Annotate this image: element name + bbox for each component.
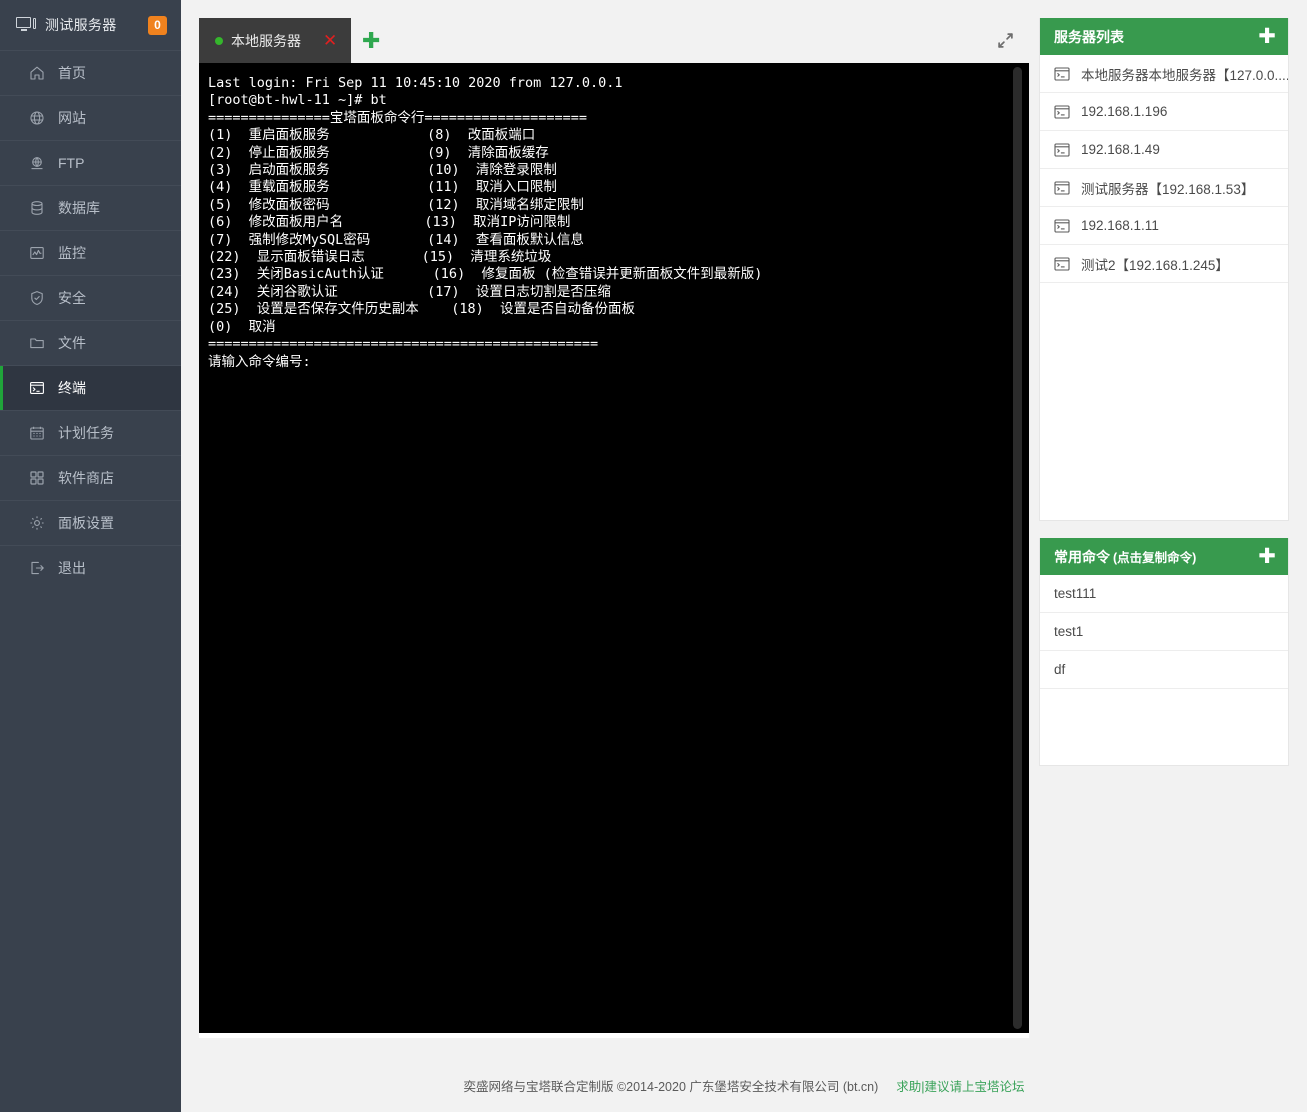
server-list-item[interactable]: 测试2【192.168.1.245】 (1040, 245, 1288, 283)
server-list-item-label: 测试服务器【192.168.1.53】 (1081, 178, 1254, 198)
sidebar-item-ftp[interactable]: FTP (0, 140, 181, 185)
folder-icon (28, 335, 45, 352)
sidebar-item-logout[interactable]: 退出 (0, 545, 181, 590)
sidebar-item-label: 安全 (58, 291, 86, 305)
footer-forum-link[interactable]: 求助|建议请上宝塔论坛 (896, 1076, 1024, 1095)
server-list-body: 本地服务器本地服务器【127.0.0.... 192.168.1.196 192.1… (1040, 55, 1288, 520)
expand-arrows-icon[interactable] (981, 18, 1029, 63)
terminal-output-area[interactable]: Last login: Fri Sep 11 10:45:10 2020 fro… (199, 63, 1029, 1033)
add-command-button[interactable]: ✚ (1246, 538, 1288, 575)
sidebar-item-label: 监控 (58, 246, 86, 260)
common-commands-body: test111 test1 df (1040, 575, 1288, 765)
command-list-item-label: df (1054, 662, 1065, 677)
server-list-item[interactable]: 192.168.1.196 (1040, 93, 1288, 131)
right-column: 服务器列表 ✚ 本地服务器本地服务器【127.0.0.... 192.168.1.… (1039, 18, 1289, 766)
footer-copyright: 奕盛网络与宝塔联合定制版 ©2014-2020 广东堡塔安全技术有限公司 (bt… (463, 1076, 878, 1095)
sidebar-notification-badge[interactable]: 0 (148, 16, 167, 35)
server-list-item-label: 192.168.1.49 (1081, 142, 1160, 157)
server-list-panel: 服务器列表 ✚ 本地服务器本地服务器【127.0.0.... 192.168.1.… (1039, 18, 1289, 521)
sidebar-item-label: 退出 (58, 561, 86, 575)
server-list-header: 服务器列表 ✚ (1040, 18, 1288, 55)
command-list-item[interactable]: test111 (1040, 575, 1288, 613)
command-list-item[interactable]: df (1040, 651, 1288, 689)
sidebar-server-title: 测试服务器 (45, 15, 117, 35)
common-commands-title: 常用命令 (1054, 547, 1110, 567)
terminal-window-icon (1054, 143, 1070, 157)
command-list-item-label: test111 (1054, 586, 1096, 601)
sidebar-item-grid-apps[interactable]: 软件商店 (0, 455, 181, 500)
server-list-item-label: 本地服务器本地服务器【127.0.0.... (1081, 64, 1288, 84)
sidebar-item-label: 首页 (58, 66, 86, 80)
main-content: 本地服务器 ✕ ✚ Last login: Fri Sep 11 10:45:1… (181, 0, 1307, 1112)
globe-icon (28, 110, 45, 127)
terminal-window-icon (1054, 181, 1070, 195)
terminal-text: Last login: Fri Sep 11 10:45:10 2020 fro… (199, 63, 1029, 371)
sidebar-item-label: 面板设置 (58, 516, 114, 530)
sidebar-item-label: 文件 (58, 336, 86, 350)
server-list-item[interactable]: 本地服务器本地服务器【127.0.0.... (1040, 55, 1288, 93)
terminal-scrollbar[interactable] (1013, 67, 1022, 1029)
server-list-item-label: 192.168.1.196 (1081, 104, 1167, 119)
terminal-tab-label: 本地服务器 (231, 31, 301, 51)
grid-apps-icon (28, 470, 45, 487)
sidebar-item-monitor-chart[interactable]: 监控 (0, 230, 181, 275)
sidebar-item-label: FTP (58, 156, 84, 170)
terminal-window-icon (1054, 257, 1070, 271)
server-list-item-label: 测试2【192.168.1.245】 (1081, 254, 1229, 274)
app-root: 测试服务器 0 首页网站 FTP 数据库监控安全文件终端计划任务软件商店面板设置退出… (0, 0, 1307, 1112)
calendar-icon (28, 425, 45, 442)
sidebar-item-shield-check[interactable]: 安全 (0, 275, 181, 320)
sidebar-nav: 首页网站 FTP 数据库监控安全文件终端计划任务软件商店面板设置退出 (0, 50, 181, 590)
shield-check-icon (28, 290, 45, 307)
sidebar-item-home[interactable]: 首页 (0, 50, 181, 95)
sidebar-item-globe[interactable]: 网站 (0, 95, 181, 140)
server-list-item[interactable]: 测试服务器【192.168.1.53】 (1040, 169, 1288, 207)
sidebar-item-label: 计划任务 (58, 426, 114, 440)
common-commands-subtitle: (点击复制命令) (1113, 547, 1196, 566)
command-list-item[interactable]: test1 (1040, 613, 1288, 651)
close-icon[interactable]: ✕ (323, 32, 337, 49)
sidebar-item-label: 终端 (58, 381, 86, 395)
terminal-card: 本地服务器 ✕ ✚ Last login: Fri Sep 11 10:45:1… (199, 18, 1029, 1038)
monitor-icon (16, 17, 36, 33)
sidebar-item-folder[interactable]: 文件 (0, 320, 181, 365)
common-commands-header: 常用命令 (点击复制命令) ✚ (1040, 538, 1288, 575)
logout-icon (28, 560, 45, 577)
terminal-icon (28, 380, 45, 397)
home-icon (28, 65, 45, 82)
sidebar-item-label: 数据库 (58, 201, 100, 215)
terminal-window-icon (1054, 219, 1070, 233)
terminal-tab-bar: 本地服务器 ✕ ✚ (199, 18, 1029, 63)
sidebar-item-database[interactable]: 数据库 (0, 185, 181, 230)
ftp-icon (28, 155, 45, 172)
sidebar-item-label: 软件商店 (58, 471, 114, 485)
add-server-button[interactable]: ✚ (1246, 18, 1288, 55)
database-icon (28, 200, 45, 217)
add-tab-button[interactable]: ✚ (351, 18, 391, 63)
terminal-window-icon (1054, 67, 1070, 81)
command-list-item-label: test1 (1054, 624, 1083, 639)
tab-status-dot-icon (215, 37, 223, 45)
sidebar-header[interactable]: 测试服务器 0 (0, 0, 181, 50)
gear-icon (28, 515, 45, 532)
server-list-item[interactable]: 192.168.1.11 (1040, 207, 1288, 245)
sidebar-item-gear[interactable]: 面板设置 (0, 500, 181, 545)
sidebar-item-label: 网站 (58, 111, 86, 125)
footer: 奕盛网络与宝塔联合定制版 ©2014-2020 广东堡塔安全技术有限公司 (bt… (181, 1058, 1307, 1112)
server-list-item-label: 192.168.1.11 (1081, 218, 1159, 233)
server-list-title: 服务器列表 (1054, 27, 1124, 47)
monitor-chart-icon (28, 245, 45, 262)
common-commands-panel: 常用命令 (点击复制命令) ✚ test111 test1 df (1039, 538, 1289, 766)
sidebar-item-terminal[interactable]: 终端 (0, 365, 181, 410)
server-list-item[interactable]: 192.168.1.49 (1040, 131, 1288, 169)
sidebar-item-calendar[interactable]: 计划任务 (0, 410, 181, 455)
sidebar: 测试服务器 0 首页网站 FTP 数据库监控安全文件终端计划任务软件商店面板设置退出 (0, 0, 181, 1112)
terminal-window-icon (1054, 105, 1070, 119)
terminal-tab-local-server[interactable]: 本地服务器 ✕ (199, 18, 351, 63)
